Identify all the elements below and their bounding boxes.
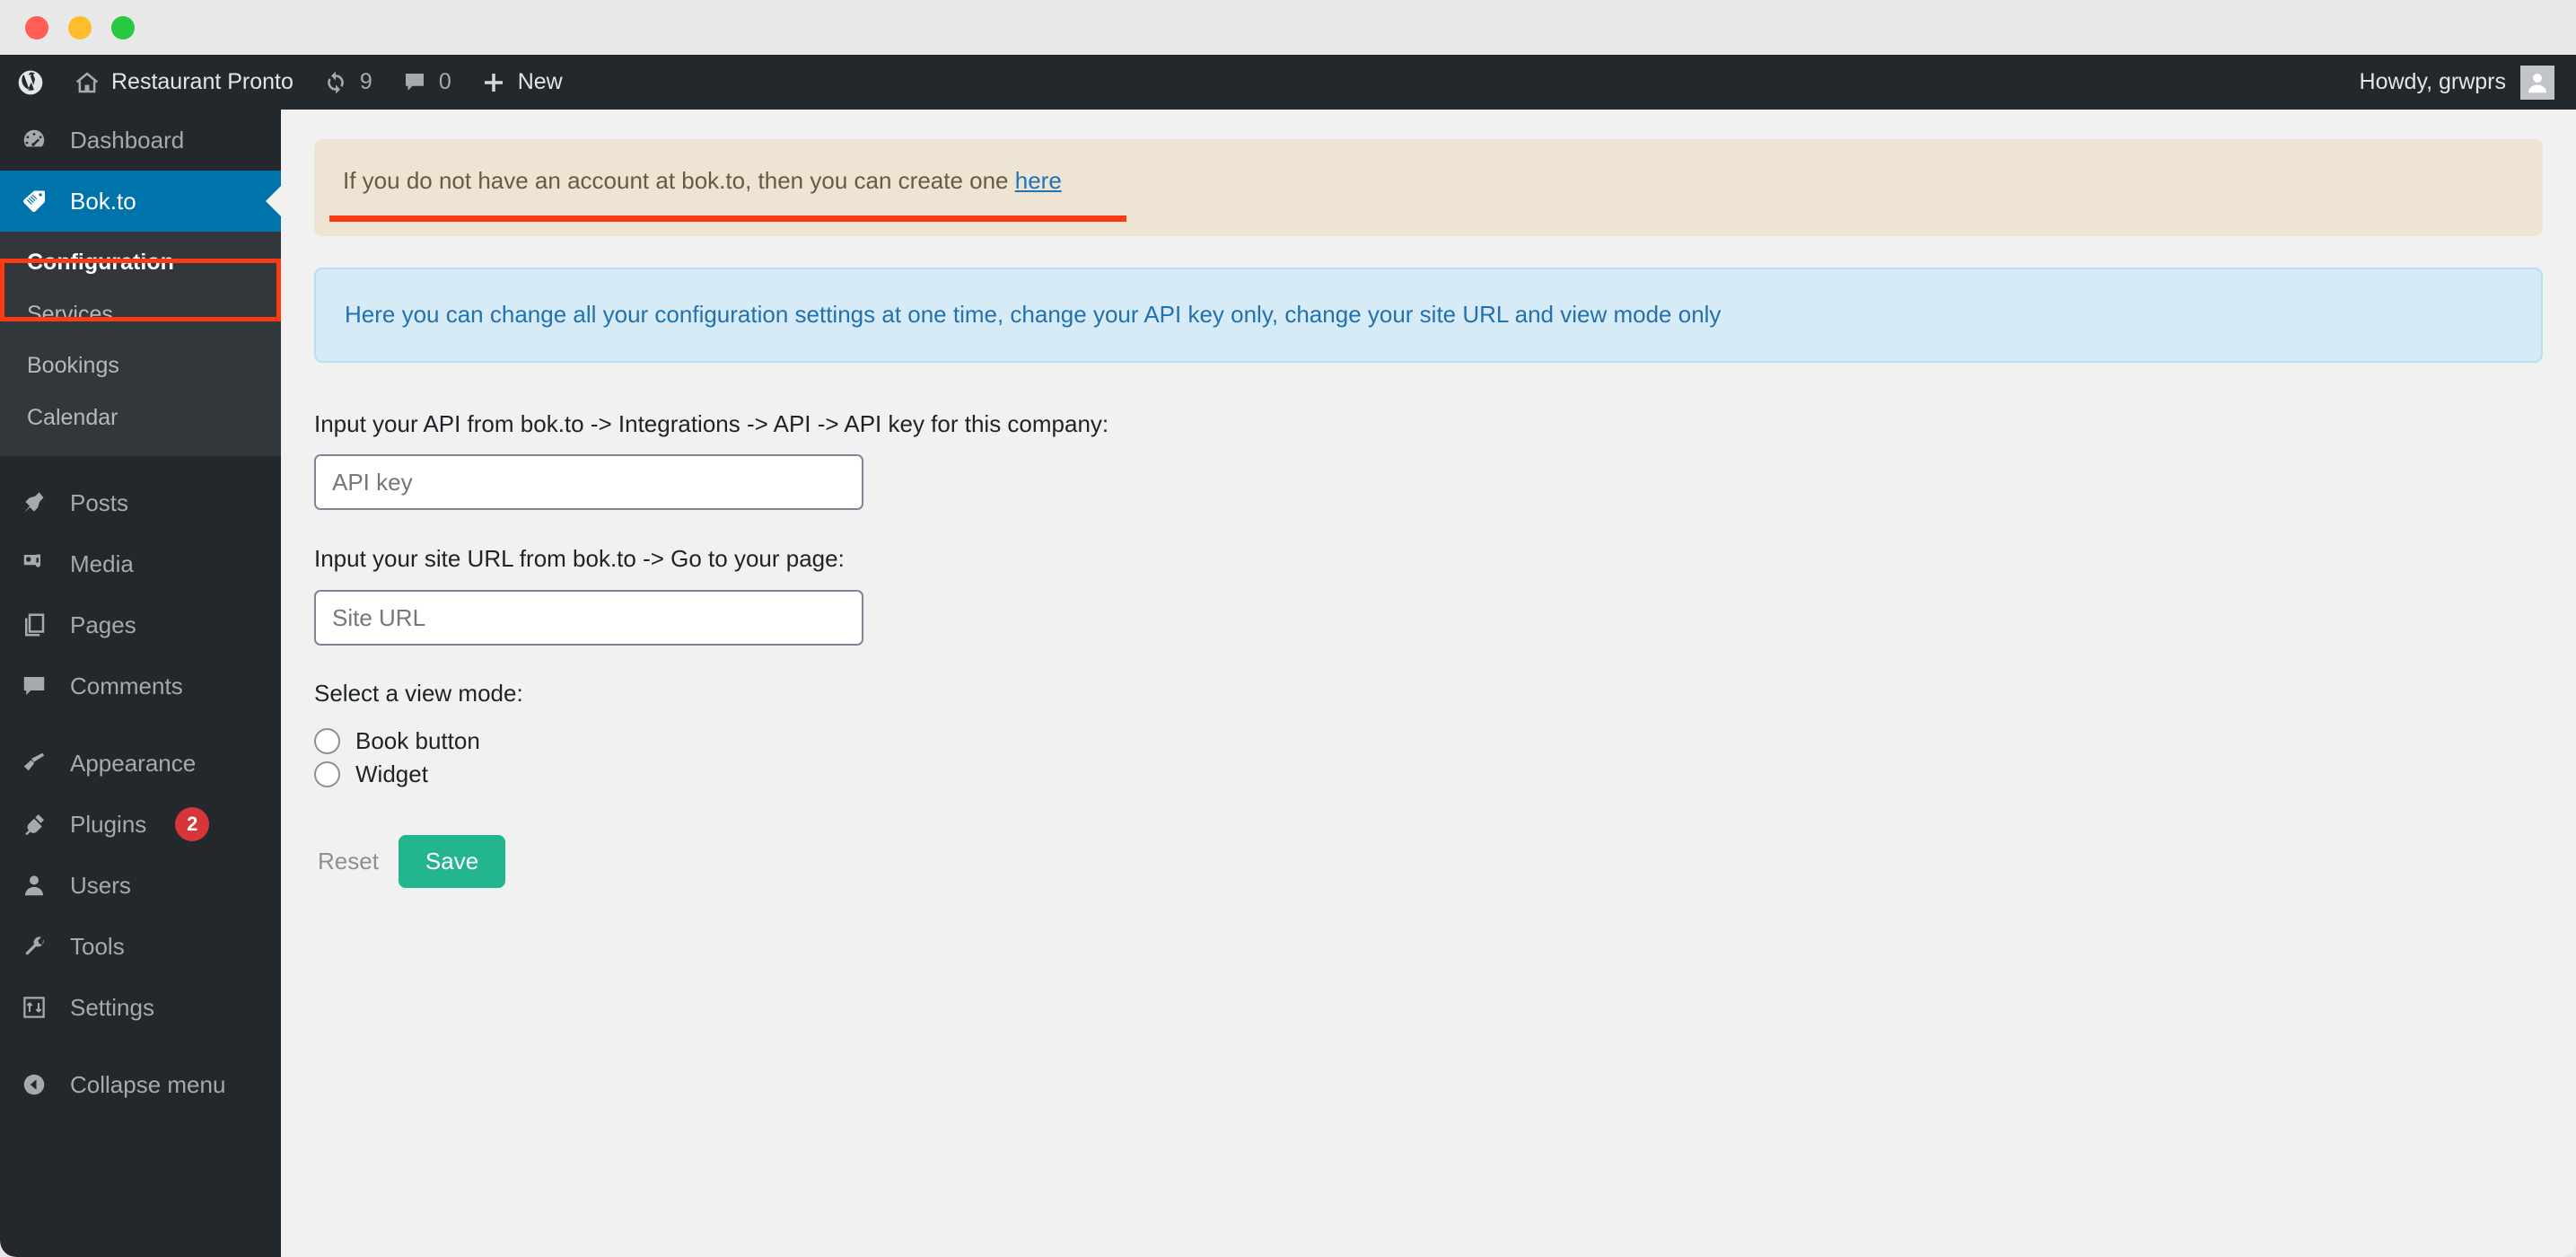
configuration-info-text: Here you can change all your configurati… [345, 300, 1722, 328]
wordpress-logo-icon [16, 68, 45, 97]
updates-count: 9 [359, 69, 372, 94]
avatar [2520, 65, 2554, 100]
updates-menu[interactable]: 9 [308, 55, 387, 110]
radio-label: Book button [355, 727, 480, 755]
main-content: If you do not have an account at bok.to,… [281, 110, 2576, 1257]
update-refresh-icon [322, 69, 349, 96]
comment-bubble-icon [401, 69, 428, 96]
sidebar-item-posts[interactable]: Posts [0, 472, 281, 533]
sidebar-item-label: Pages [70, 611, 136, 638]
view-mode-label: Select a view mode: [314, 680, 523, 708]
reset-button[interactable]: Reset [314, 839, 382, 884]
plus-icon [480, 69, 507, 96]
radio-book-button[interactable] [314, 728, 340, 755]
posts-pin-icon [18, 489, 50, 516]
site-url-label: Input your site URL from bok.to -> Go to… [314, 545, 845, 573]
maximize-window-button[interactable] [111, 15, 135, 40]
sidebar-item-services[interactable]: Services [0, 289, 281, 341]
sidebar-item-appearance[interactable]: Appearance [0, 733, 281, 794]
sidebar-item-calendar[interactable]: Calendar [0, 392, 281, 444]
create-account-link[interactable]: here [1015, 167, 1062, 194]
sidebar-item-configuration[interactable]: Configuration [0, 237, 281, 289]
new-label: New [517, 69, 563, 94]
minimize-window-button[interactable] [68, 15, 92, 40]
sidebar-item-plugins[interactable]: Plugins 2 [0, 794, 281, 855]
notice-underline-annotation [329, 215, 1126, 222]
configuration-info-notice: Here you can change all your configurati… [314, 267, 2543, 363]
plugins-update-badge: 2 [175, 807, 210, 841]
users-icon [18, 872, 50, 899]
site-title: Restaurant Pronto [111, 69, 294, 94]
sidebar-item-label: Media [70, 549, 134, 577]
window-chrome [0, 0, 2576, 55]
current-menu-arrow-icon [266, 186, 281, 216]
account-menu[interactable]: Howdy, grwprs [2359, 65, 2576, 100]
comments-count: 0 [438, 69, 451, 94]
media-icon [18, 550, 50, 577]
sidebar-item-label: Comments [70, 672, 183, 699]
sidebar-separator [0, 456, 281, 472]
sidebar-item-label: Users [70, 871, 131, 899]
form-actions: Reset Save [314, 835, 2543, 889]
account-notice-text: If you do not have an account at bok.to,… [343, 167, 1015, 194]
collapse-arrow-icon [18, 1071, 50, 1098]
view-mode-option-widget[interactable]: Widget [314, 760, 2543, 788]
sidebar-item-comments[interactable]: Comments [0, 655, 281, 716]
sidebar-item-label: Settings [70, 993, 154, 1021]
save-button[interactable]: Save [398, 835, 506, 889]
tools-wrench-icon [18, 933, 50, 960]
account-notice: If you do not have an account at bok.to,… [314, 139, 2543, 236]
comments-icon [18, 672, 50, 699]
traffic-lights [25, 15, 135, 40]
plugins-plug-icon [18, 811, 50, 838]
sidebar-item-tools[interactable]: Tools [0, 916, 281, 977]
sidebar-item-label: Dashboard [70, 126, 185, 154]
bokto-submenu: Configuration Services Bookings Calendar [0, 232, 281, 456]
site-name-menu[interactable]: Restaurant Pronto [59, 55, 308, 110]
pages-icon [18, 611, 50, 638]
sidebar-item-bookings[interactable]: Bookings [0, 340, 281, 392]
radio-widget[interactable] [314, 761, 340, 788]
sidebar-item-label: Tools [70, 932, 125, 960]
site-url-input[interactable] [314, 590, 863, 646]
sidebar-separator [0, 716, 281, 733]
sidebar-item-settings[interactable]: Settings [0, 977, 281, 1038]
sidebar-separator [0, 1038, 281, 1054]
sidebar-item-bokto[interactable]: Bok.to [0, 171, 281, 232]
wp-logo-menu[interactable] [0, 55, 59, 110]
sidebar-item-label: Plugins [70, 810, 147, 838]
sidebar-item-pages[interactable]: Pages [0, 594, 281, 655]
sidebar-item-media[interactable]: Media [0, 533, 281, 594]
sidebar-item-users[interactable]: Users [0, 855, 281, 916]
api-key-input[interactable] [314, 454, 863, 511]
sidebar-item-label: Bok.to [70, 187, 136, 215]
sidebar-item-collapse-menu[interactable]: Collapse menu [0, 1054, 281, 1115]
new-content-menu[interactable]: New [466, 55, 577, 110]
appearance-brush-icon [18, 750, 50, 777]
settings-sliders-icon [18, 994, 50, 1021]
sidebar-item-label: Collapse menu [70, 1070, 226, 1098]
wp-admin-bar: Restaurant Pronto 9 0 New Howdy, grwprs [0, 55, 2576, 110]
howdy-label: Howdy, grwprs [2359, 69, 2506, 94]
sidebar-item-label: Appearance [70, 749, 197, 777]
dashboard-icon [18, 127, 50, 154]
sidebar-item-label: Posts [70, 488, 129, 516]
view-mode-option-book-button[interactable]: Book button [314, 727, 2543, 755]
admin-sidebar: Dashboard Bok.to Configuration Services … [0, 110, 281, 1257]
bokto-icon [18, 187, 50, 215]
api-key-label: Input your API from bok.to -> Integratio… [314, 409, 1109, 437]
comments-menu[interactable]: 0 [387, 55, 466, 110]
radio-label: Widget [355, 760, 428, 788]
home-icon [74, 69, 101, 96]
sidebar-item-dashboard[interactable]: Dashboard [0, 110, 281, 171]
browser-window: Restaurant Pronto 9 0 New Howdy, grwprs … [0, 0, 2576, 1257]
close-window-button[interactable] [25, 15, 48, 40]
